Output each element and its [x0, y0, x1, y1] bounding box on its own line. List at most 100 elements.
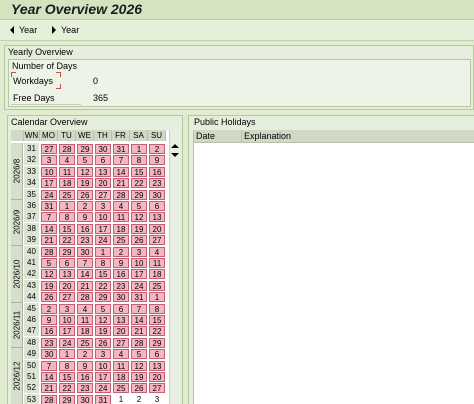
day-cell[interactable]: 12 [131, 212, 147, 223]
day-cell[interactable]: 28 [41, 246, 57, 257]
day-cell[interactable]: 21 [41, 235, 57, 246]
day-cell[interactable]: 30 [41, 349, 57, 360]
day-cell[interactable]: 29 [149, 337, 165, 348]
day-cell[interactable]: 31 [41, 201, 57, 211]
day-cell[interactable]: 28 [41, 394, 57, 404]
day-cell[interactable]: 22 [95, 280, 111, 291]
day-cell[interactable]: 15 [149, 315, 165, 325]
day-cell[interactable]: 27 [149, 235, 165, 246]
day-cell[interactable]: 27 [95, 189, 111, 200]
day-cell[interactable]: 22 [59, 383, 75, 394]
day-cell[interactable]: 25 [113, 383, 129, 394]
day-cell[interactable]: 28 [59, 144, 75, 154]
day-cell[interactable]: 28 [113, 189, 129, 200]
day-cell[interactable]: 18 [77, 326, 93, 337]
day-cell[interactable]: 15 [59, 372, 75, 382]
day-cell[interactable]: 3 [95, 349, 111, 360]
day-cell[interactable]: 12 [95, 315, 111, 325]
day-cell[interactable]: 18 [149, 269, 165, 280]
day-cell[interactable]: 30 [149, 189, 165, 200]
day-cell[interactable]: 19 [77, 178, 93, 189]
day-cell[interactable]: 9 [77, 212, 93, 223]
day-cell[interactable]: 17 [95, 223, 111, 234]
day-cell[interactable]: 12 [77, 166, 93, 177]
day-cell[interactable]: 29 [131, 189, 147, 200]
day-cell[interactable]: 29 [77, 144, 93, 154]
day-cell[interactable]: 9 [77, 360, 93, 371]
day-cell[interactable]: 31 [113, 144, 129, 154]
day-cell[interactable]: 19 [41, 280, 57, 291]
day-cell[interactable]: 11 [59, 166, 75, 177]
day-cell[interactable]: 12 [131, 360, 147, 371]
day-cell[interactable]: 4 [113, 349, 129, 360]
day-cell[interactable]: 25 [77, 337, 93, 348]
day-cell[interactable]: 27 [113, 337, 129, 348]
day-cell[interactable]: 28 [131, 337, 147, 348]
day-cell[interactable]: 15 [131, 166, 147, 177]
day-cell[interactable]: 10 [131, 258, 147, 268]
day-cell[interactable]: 15 [95, 269, 111, 280]
day-cell[interactable]: 16 [149, 166, 165, 177]
day-cell[interactable]: 5 [95, 303, 111, 314]
day-cell[interactable]: 30 [77, 246, 93, 257]
day-cell[interactable]: 11 [113, 360, 129, 371]
day-cell[interactable]: 27 [59, 292, 75, 303]
day-cell[interactable]: 13 [59, 269, 75, 280]
day-cell[interactable]: 9 [113, 258, 129, 268]
day-cell[interactable]: 24 [59, 337, 75, 348]
day-cell[interactable]: 8 [95, 258, 111, 268]
day-cell[interactable]: 8 [149, 303, 165, 314]
day-cell[interactable]: 5 [131, 201, 147, 211]
day-cell[interactable]: 4 [113, 201, 129, 211]
day-cell[interactable]: 29 [95, 292, 111, 303]
day-cell[interactable]: 2 [149, 144, 165, 154]
day-cell[interactable]: 21 [131, 326, 147, 337]
day-cell[interactable]: 24 [95, 235, 111, 246]
day-cell[interactable]: 19 [131, 223, 147, 234]
day-cell[interactable]: 17 [59, 326, 75, 337]
day-cell[interactable]: 8 [59, 212, 75, 223]
day-cell[interactable]: 30 [113, 292, 129, 303]
day-cell[interactable]: 23 [77, 383, 93, 394]
day-cell[interactable]: 24 [131, 280, 147, 291]
day-cell[interactable]: 26 [95, 337, 111, 348]
day-cell[interactable]: 20 [59, 280, 75, 291]
day-cell[interactable]: 25 [59, 189, 75, 200]
day-cell[interactable]: 16 [77, 372, 93, 382]
day-cell[interactable]: 14 [77, 269, 93, 280]
day-cell[interactable]: 6 [113, 303, 129, 314]
day-cell[interactable]: 1 [95, 246, 111, 257]
day-cell[interactable]: 16 [113, 269, 129, 280]
day-cell[interactable]: 7 [41, 212, 57, 223]
day-cell[interactable]: 24 [95, 383, 111, 394]
day-cell[interactable]: 14 [113, 166, 129, 177]
day-cell[interactable]: 11 [77, 315, 93, 325]
day-cell[interactable]: 20 [95, 178, 111, 189]
scroll-up-icon[interactable] [171, 144, 179, 148]
day-cell[interactable]: 14 [41, 372, 57, 382]
day-cell[interactable]: 29 [59, 246, 75, 257]
day-cell[interactable]: 2 [41, 303, 57, 314]
day-cell[interactable]: 4 [77, 303, 93, 314]
day-cell[interactable]: 6 [149, 201, 165, 211]
day-cell[interactable]: 9 [41, 315, 57, 325]
day-cell[interactable]: 30 [77, 394, 93, 404]
day-cell[interactable]: 7 [113, 155, 129, 166]
next-year-button[interactable]: Year [52, 25, 79, 37]
day-cell[interactable]: 26 [131, 383, 147, 394]
day-cell[interactable]: 10 [95, 212, 111, 223]
day-cell[interactable]: 9 [149, 155, 165, 166]
day-cell[interactable]: 4 [149, 246, 165, 257]
day-cell[interactable]: 7 [77, 258, 93, 268]
day-cell[interactable]: 26 [131, 235, 147, 246]
day-cell[interactable]: 3 [149, 394, 165, 404]
day-cell[interactable]: 26 [77, 189, 93, 200]
day-cell[interactable]: 23 [41, 337, 57, 348]
day-cell[interactable]: 21 [41, 383, 57, 394]
day-cell[interactable]: 14 [131, 315, 147, 325]
calendar-scrollbar[interactable] [169, 130, 179, 404]
day-cell[interactable]: 20 [113, 326, 129, 337]
day-cell[interactable]: 13 [95, 166, 111, 177]
day-cell[interactable]: 24 [41, 189, 57, 200]
day-cell[interactable]: 1 [149, 292, 165, 303]
